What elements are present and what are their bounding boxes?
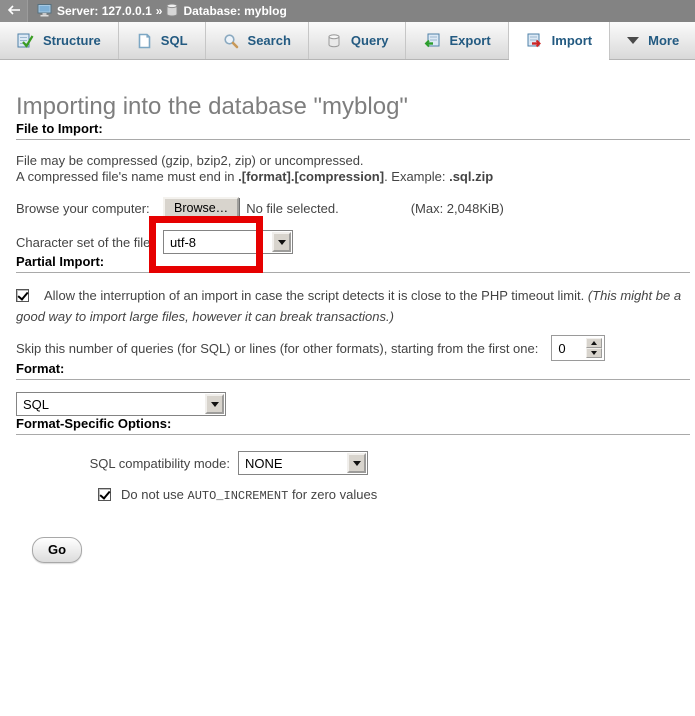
spinner-up-icon[interactable] [586,338,602,348]
sql-compatibility-row: SQL compatibility mode: NONE [16,451,690,475]
partial-import-heading: Partial Import: [16,254,690,273]
charset-row: Character set of the file: utf-8 [16,230,690,254]
breadcrumb-database-label: Database: myblog [183,4,286,18]
tab-label: Search [248,33,291,48]
query-icon [326,33,342,49]
file-to-import-heading: File to Import: [16,121,690,140]
hint-line1: File may be compressed (gzip, bzip2, zip… [16,153,364,168]
sql-compatibility-label: SQL compatibility mode: [16,456,238,471]
format-heading: Format: [16,361,690,380]
hint-example: .sql.zip [449,169,493,184]
breadcrumb-server-label: Server: 127.0.0.1 [57,4,152,18]
sql-compatibility-select[interactable]: NONE [238,451,368,475]
skip-queries-input[interactable]: 0 [551,335,605,361]
tab-sql[interactable]: SQL [119,22,206,59]
database-icon [166,3,178,20]
skip-queries-label: Skip this number of queries (for SQL) or… [16,341,538,356]
search-icon [223,33,239,49]
tab-label: Export [449,33,490,48]
page-title: Importing into the database "myblog" [16,93,690,121]
breadcrumb-server[interactable]: Server: 127.0.0.1 [37,3,152,20]
allow-interruption-checkbox[interactable] [16,289,29,302]
allow-interruption-label: Allow the interruption of an import in c… [44,288,588,303]
spinner-down-icon[interactable] [586,348,602,358]
auto-increment-label-prefix: Do not use [121,487,188,502]
browse-label: Browse your computer: [16,201,163,216]
tab-label: Query [351,33,389,48]
tab-search[interactable]: Search [206,22,309,59]
tab-structure[interactable]: Structure [0,22,119,59]
format-dropdown-arrow-icon[interactable] [205,394,224,414]
auto-increment-row: Do not use AUTO_INCREMENT for zero value… [98,487,690,503]
auto-increment-label-suffix: for zero values [288,487,377,502]
back-arrow-icon [7,4,21,18]
skip-queries-row: Skip this number of queries (for SQL) or… [16,335,690,361]
tab-export[interactable]: Export [406,22,508,59]
server-icon [37,3,52,20]
skip-queries-value: 0 [554,338,586,358]
tab-label: More [648,33,679,48]
charset-label: Character set of the file: [16,235,163,250]
tab-query[interactable]: Query [309,22,407,59]
go-button[interactable]: Go [32,537,82,563]
breadcrumb-database[interactable]: Database: myblog [166,3,286,20]
allow-interruption-row: Allow the interruption of an import in c… [16,285,690,327]
breadcrumb-bar: Server: 127.0.0.1 » Database: myblog [0,0,695,22]
tab-import[interactable]: Import [509,22,610,59]
tab-bar: Structure SQL Search Query Export Import… [0,22,695,60]
auto-increment-code: AUTO_INCREMENT [188,489,289,503]
hint-line2-prefix: A compressed file's name must end in [16,169,238,184]
auto-increment-label: Do not use AUTO_INCREMENT for zero value… [121,487,377,503]
back-button[interactable] [0,0,28,22]
max-upload-size: (Max: 2,048KiB) [411,201,504,216]
format-select[interactable]: SQL [16,392,226,416]
format-specific-options-heading: Format-Specific Options: [16,416,690,435]
no-file-selected-text: No file selected. [246,201,339,216]
tab-label: Structure [43,33,101,48]
tab-label: SQL [161,33,188,48]
import-icon [526,33,543,49]
hint-format-pattern: .[format].[compression] [238,169,384,184]
structure-icon [17,33,34,49]
tab-more[interactable]: More [610,22,695,59]
more-dropdown-icon [627,37,639,44]
charset-select[interactable]: utf-8 [163,230,293,254]
sql-icon [136,33,152,49]
hint-line2-mid: . Example: [384,169,449,184]
compat-dropdown-arrow-icon[interactable] [347,453,366,473]
charset-dropdown-arrow-icon[interactable] [272,232,291,252]
tab-label: Import [552,33,592,48]
import-page: Importing into the database "myblog" Fil… [0,93,695,563]
auto-increment-checkbox[interactable] [98,488,111,501]
browse-button[interactable]: Browse… [163,197,239,220]
sql-compatibility-value: NONE [239,452,346,474]
charset-select-value: utf-8 [164,231,271,253]
format-select-value: SQL [17,393,204,415]
browse-row: Browse your computer: Browse… No file se… [16,197,690,220]
compression-hint: File may be compressed (gzip, bzip2, zip… [16,153,690,185]
breadcrumb-separator: » [156,4,163,18]
export-icon [423,33,440,49]
